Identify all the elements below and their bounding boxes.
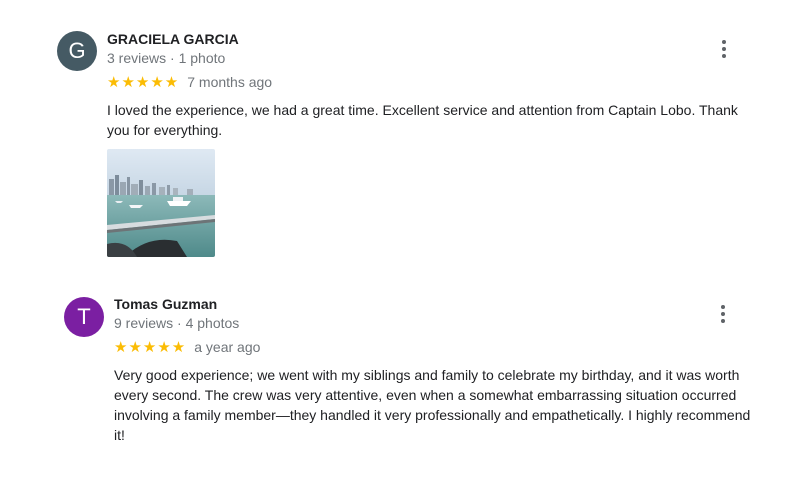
review-photo[interactable] bbox=[107, 149, 215, 257]
more-options-button[interactable] bbox=[711, 302, 735, 326]
harbor-photo-image bbox=[107, 149, 215, 257]
reviewer-meta[interactable]: 3 reviews · 1 photo bbox=[107, 50, 225, 66]
review-text: I loved the experience, we had a great t… bbox=[107, 102, 738, 138]
rating-row: ★★★★★ 7 months ago bbox=[107, 73, 272, 91]
avatar-letter: G bbox=[68, 38, 86, 63]
star-rating-icon: ★★★★★ bbox=[107, 73, 180, 91]
avatar[interactable]: G bbox=[57, 31, 97, 71]
reviewer-name[interactable]: GRACIELA GARCIA bbox=[107, 31, 239, 47]
more-options-button[interactable] bbox=[712, 37, 736, 61]
avatar[interactable]: T bbox=[64, 297, 104, 337]
reviewer-meta[interactable]: 9 reviews · 4 photos bbox=[114, 315, 239, 331]
dot-icon bbox=[722, 47, 726, 51]
dot-icon bbox=[721, 305, 725, 309]
rating-row: ★★★★★ a year ago bbox=[114, 338, 260, 356]
reviewer-name[interactable]: Tomas Guzman bbox=[114, 296, 217, 312]
dot-icon bbox=[721, 319, 725, 323]
review-card: T Tomas Guzman 9 reviews · 4 photos ★★★★… bbox=[0, 270, 800, 500]
avatar-letter: T bbox=[77, 304, 91, 329]
dot-icon bbox=[722, 54, 726, 58]
review-time: a year ago bbox=[194, 339, 261, 355]
review-card: G GRACIELA GARCIA 3 reviews · 1 photo ★★… bbox=[0, 0, 800, 270]
review-text: Very good experience; we went with my si… bbox=[114, 367, 751, 443]
star-rating-icon: ★★★★★ bbox=[114, 338, 187, 356]
review-time: 7 months ago bbox=[187, 74, 273, 90]
dot-icon bbox=[722, 40, 726, 44]
dot-icon bbox=[721, 312, 725, 316]
